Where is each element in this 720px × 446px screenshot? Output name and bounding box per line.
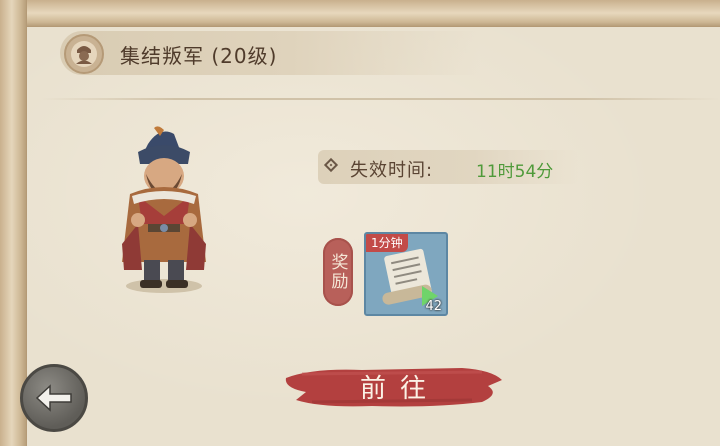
divider — [40, 98, 720, 100]
reward-item-slot[interactable]: 1分钟 42 — [364, 232, 448, 316]
scroll-roll-left — [0, 0, 27, 446]
scroll-roll-top — [0, 0, 720, 27]
rebel-general-portrait — [108, 124, 220, 296]
go-button[interactable]: 前往 — [282, 360, 504, 412]
rebel-emblem-icon — [64, 34, 104, 74]
back-arrow-icon — [35, 384, 72, 412]
back-button[interactable] — [20, 364, 88, 432]
go-button-label: 前往 — [359, 373, 440, 404]
item-count: 42 — [425, 299, 442, 314]
event-title: 集结叛军 (20级) — [120, 44, 278, 68]
reward-tag: 奖励 — [323, 238, 353, 306]
reward-tag-label: 奖励 — [327, 253, 348, 291]
expire-countdown: 11时54分 — [476, 162, 554, 182]
item-timer-badge: 1分钟 — [366, 234, 408, 252]
expire-label: 失效时间: — [350, 160, 434, 181]
